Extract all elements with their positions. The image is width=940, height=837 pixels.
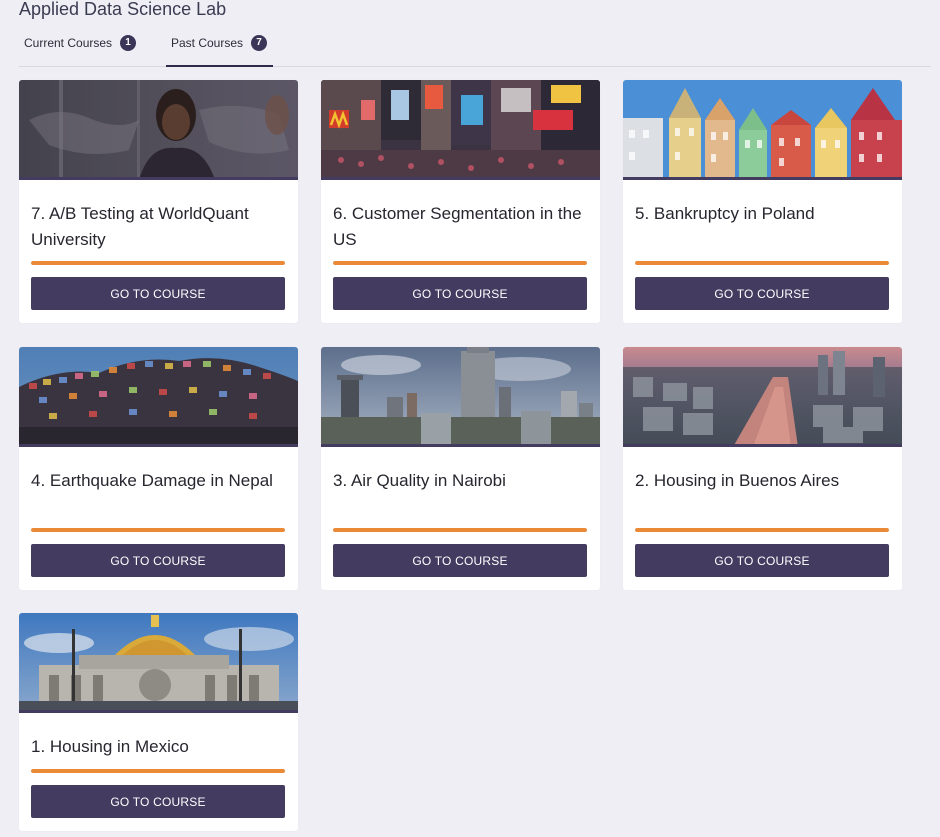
go-to-course-button[interactable]: GO TO COURSE [333, 544, 587, 577]
course-title: 4. Earthquake Damage in Nepal [31, 471, 273, 490]
go-to-course-button[interactable]: GO TO COURSE [31, 544, 285, 577]
course-card: 5. Bankruptcy in Poland GO TO COURSE [623, 80, 902, 323]
course-card: 1. Housing in Mexico GO TO COURSE [19, 613, 298, 831]
city-skyline-icon [321, 347, 600, 447]
course-card: 3. Air Quality in Nairobi GO TO COURSE [321, 347, 600, 590]
progress-bar [31, 769, 285, 773]
progress-fill [31, 769, 285, 773]
count-badge: 7 [251, 35, 268, 51]
progress-fill [333, 261, 587, 265]
course-title: 3. Air Quality in Nairobi [333, 471, 506, 490]
course-card: 7. A/B Testing at WorldQuant University … [19, 80, 298, 323]
palace-dome-icon [19, 613, 298, 713]
course-title: 5. Bankruptcy in Poland [635, 204, 815, 223]
course-title: 6. Customer Segmentation in the US [333, 204, 582, 249]
course-title: 2. Housing in Buenos Aires [635, 471, 840, 490]
person-with-world-map-icon [19, 80, 298, 180]
go-to-course-button[interactable]: GO TO COURSE [635, 544, 889, 577]
progress-fill [333, 528, 587, 532]
course-title: 1. Housing in Mexico [31, 737, 189, 756]
progress-fill [31, 261, 285, 265]
times-square-icon [321, 80, 600, 180]
go-to-course-button[interactable]: GO TO COURSE [635, 277, 889, 310]
progress-bar [31, 261, 285, 265]
progress-fill [635, 261, 889, 265]
city-river-aerial-icon [623, 347, 902, 447]
tab-past-courses[interactable]: Past Courses 7 [166, 30, 273, 67]
tab-label: Current Courses [24, 36, 113, 50]
page-title: Applied Data Science Lab [19, 0, 227, 19]
progress-fill [635, 528, 889, 532]
course-card: 6. Customer Segmentation in the US GO TO… [321, 80, 600, 323]
course-title: 7. A/B Testing at WorldQuant University [31, 204, 249, 249]
progress-bar [333, 261, 587, 265]
progress-bar [333, 528, 587, 532]
course-tabs: Current Courses 1 Past Courses 7 [19, 30, 931, 67]
progress-bar [31, 528, 285, 532]
colorful-houses-icon [623, 80, 902, 180]
course-card: 2. Housing in Buenos Aires GO TO COURSE [623, 347, 902, 590]
go-to-course-button[interactable]: GO TO COURSE [31, 785, 285, 818]
tab-current-courses[interactable]: Current Courses 1 [24, 30, 137, 66]
progress-bar [635, 528, 889, 532]
tab-label: Past Courses [171, 36, 244, 50]
progress-bar [635, 261, 889, 265]
count-badge: 1 [120, 35, 137, 51]
hillside-village-icon [19, 347, 298, 447]
course-card: 4. Earthquake Damage in Nepal GO TO COUR… [19, 347, 298, 590]
progress-fill [31, 528, 285, 532]
go-to-course-button[interactable]: GO TO COURSE [31, 277, 285, 310]
go-to-course-button[interactable]: GO TO COURSE [333, 277, 587, 310]
